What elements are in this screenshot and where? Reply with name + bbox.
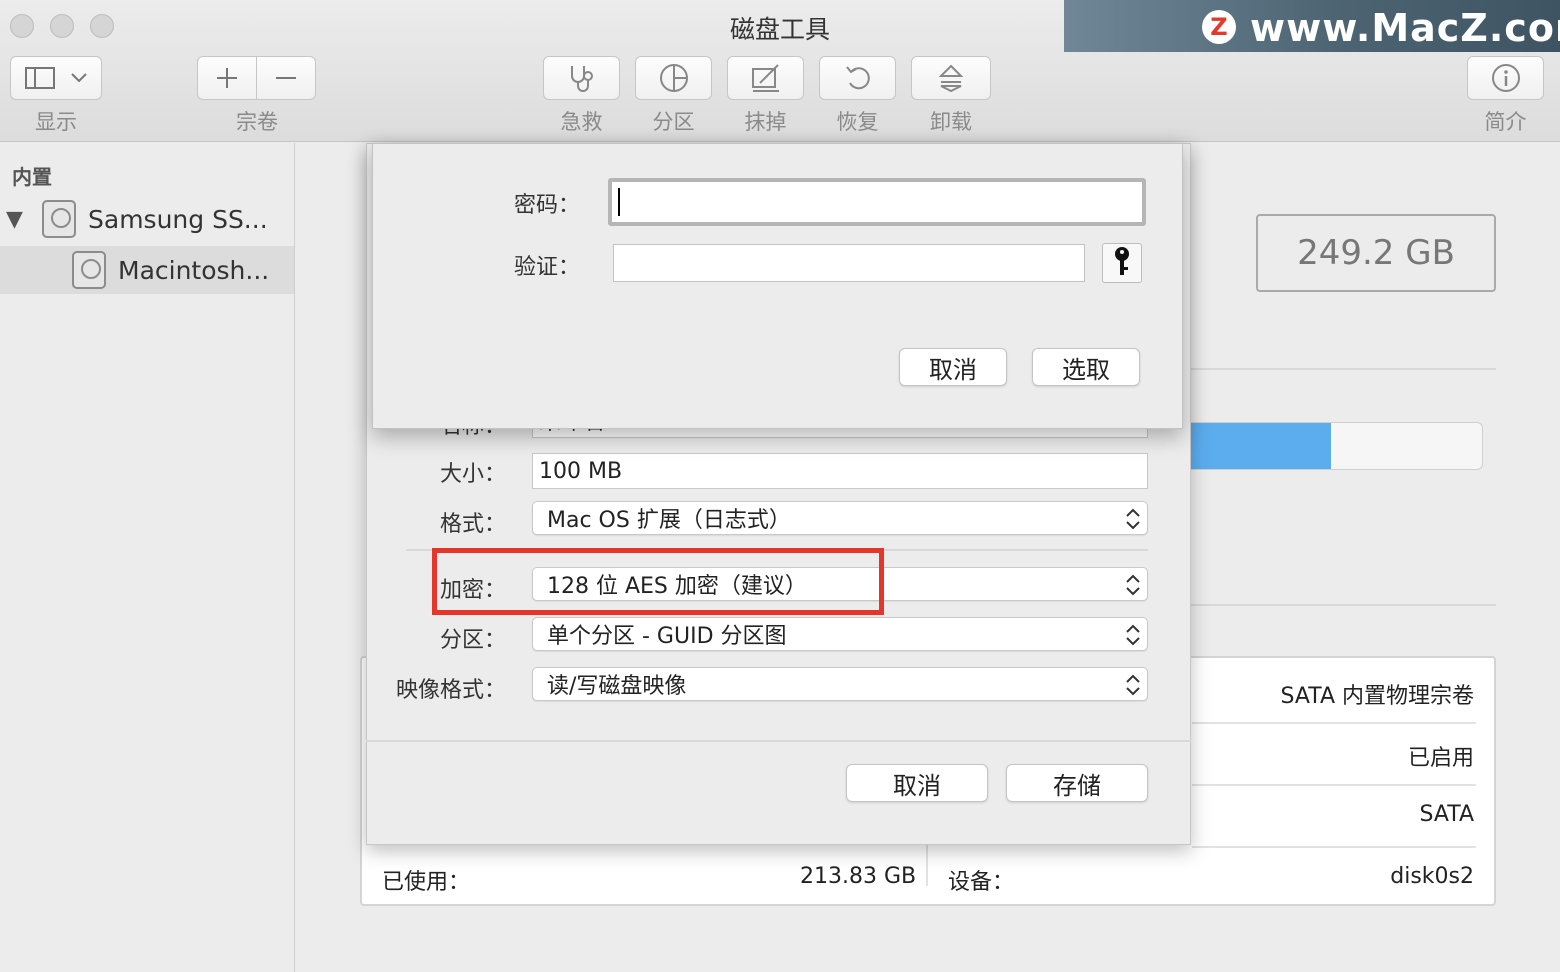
erase-icon [750, 63, 782, 93]
sidebar-item-samsung-ssd[interactable]: ▼ Samsung SS... [0, 195, 294, 243]
text-caret [618, 188, 620, 216]
info-type-value: SATA 内置物理宗卷 [1280, 684, 1475, 709]
info-used-value: 213.83 GB [800, 864, 917, 889]
password-field[interactable] [608, 178, 1146, 226]
divider [366, 740, 1191, 742]
watermark-logo: Z [1202, 10, 1236, 44]
up-down-chevron-icon [1125, 622, 1141, 654]
info-device-value: disk0s2 [1390, 864, 1474, 889]
sidebar-section-internal: 内置 [12, 165, 52, 189]
sheet-cancel-button[interactable]: 取消 [899, 348, 1007, 386]
password-assistant-button[interactable] [1102, 243, 1142, 283]
first-aid-button[interactable] [543, 56, 620, 100]
info-used-label: 已使用： [382, 870, 471, 895]
add-volume-button[interactable] [197, 56, 257, 100]
info-status-value: 已启用 [1407, 746, 1474, 771]
pie-chart-icon [658, 62, 690, 94]
key-icon [1111, 245, 1133, 281]
restore-button[interactable] [819, 56, 896, 100]
save-button[interactable]: 存储 [1006, 764, 1148, 802]
size-label: 大小： [439, 462, 506, 487]
partition-scheme-value: 单个分区 - GUID 分区图 [547, 624, 787, 649]
up-down-chevron-icon [1125, 572, 1141, 604]
password-label: 密码： [513, 193, 580, 218]
verify-field[interactable] [613, 244, 1085, 282]
divider [1192, 722, 1476, 724]
sidebar-item-macintosh-hd[interactable]: Macintosh... [0, 246, 294, 294]
partition-button[interactable] [635, 56, 712, 100]
erase-label: 抹掉 [744, 110, 787, 134]
info-label: 简介 [1484, 110, 1527, 134]
highlight-box [432, 548, 884, 615]
choose-button[interactable]: 选取 [1032, 348, 1140, 386]
up-down-chevron-icon [1125, 672, 1141, 704]
info-button[interactable] [1467, 56, 1544, 100]
image-format-value: 读/写磁盘映像 [547, 674, 687, 699]
partition-label: 分区 [652, 110, 695, 134]
restore-arrow-icon [843, 63, 873, 93]
divider [1192, 846, 1476, 848]
sidebar-item-label: Macintosh... [118, 255, 270, 285]
toolbar: 磁盘工具 Z www.MacZ.com 显示 宗卷 急救 分区 [0, 0, 1560, 142]
image-format-select[interactable]: 读/写磁盘映像 [532, 667, 1148, 701]
divider [1192, 784, 1476, 786]
volume-label: 宗卷 [236, 110, 278, 134]
hard-disk-icon [72, 251, 106, 289]
stethoscope-icon [566, 63, 598, 93]
watermark-text: www.MacZ.com [1250, 6, 1560, 50]
divider [1190, 604, 1496, 606]
format-label: 格式： [439, 512, 506, 537]
sidebar-icon [25, 66, 55, 90]
disclosure-triangle-icon[interactable]: ▼ [6, 207, 32, 232]
sidebar: 内置 ▼ Samsung SS... Macintosh... [0, 143, 295, 972]
first-aid-label: 急救 [560, 110, 603, 134]
size-field[interactable]: 100 MB [532, 453, 1148, 489]
column-divider [926, 844, 928, 886]
minus-icon [274, 66, 298, 90]
info-connection-value: SATA [1419, 802, 1475, 827]
verify-label: 验证： [513, 255, 580, 280]
view-label: 显示 [35, 110, 77, 134]
usage-bar-fill [1191, 423, 1331, 469]
erase-button[interactable] [727, 56, 804, 100]
image-format-label: 映像格式： [395, 678, 506, 703]
capacity-value: 249.2 GB [1256, 214, 1496, 292]
info-icon [1491, 63, 1521, 93]
format-select-value: Mac OS 扩展（日志式） [547, 508, 791, 533]
cancel-button[interactable]: 取消 [846, 764, 988, 802]
unmount-label: 卸载 [930, 110, 972, 134]
info-device-label: 设备： [948, 870, 1015, 895]
view-button[interactable] [10, 56, 102, 100]
chevron-down-icon [71, 73, 87, 83]
partition-scheme-label: 分区： [439, 628, 506, 653]
divider [1190, 368, 1496, 370]
up-down-chevron-icon [1125, 506, 1141, 538]
sidebar-item-label: Samsung SS... [88, 204, 268, 234]
restore-label: 恢复 [836, 110, 879, 134]
unmount-button[interactable] [911, 56, 991, 100]
hard-disk-icon [42, 200, 76, 238]
plus-icon [215, 66, 239, 90]
usage-bar [1190, 422, 1483, 470]
format-select[interactable]: Mac OS 扩展（日志式） [532, 501, 1148, 535]
eject-icon [938, 63, 964, 93]
partition-scheme-select[interactable]: 单个分区 - GUID 分区图 [532, 617, 1148, 651]
remove-volume-button[interactable] [256, 56, 316, 100]
